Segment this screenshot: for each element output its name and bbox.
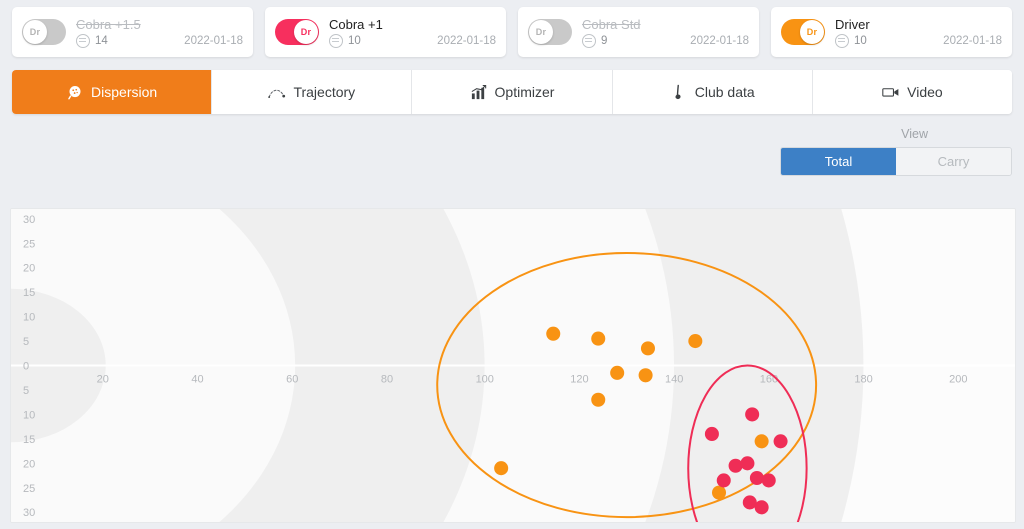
svg-text:25: 25 [23, 238, 35, 250]
svg-text:30: 30 [23, 214, 35, 226]
club-name: Driver [835, 16, 870, 32]
club-name: Cobra +1 [329, 16, 383, 32]
bar-chart-icon [470, 83, 488, 101]
golf-ball-icon [835, 33, 849, 48]
svg-text:120: 120 [570, 374, 588, 386]
golf-ball-icon [76, 33, 90, 48]
svg-text:180: 180 [854, 374, 872, 386]
club-card-meta: 14 2022-01-18 [76, 33, 243, 48]
svg-text:20: 20 [97, 374, 109, 386]
club-name: Cobra +1.5 [76, 16, 141, 32]
golf-ball-icon [582, 33, 596, 48]
view-control-area: View Total Carry [0, 114, 1024, 176]
tab-label: Trajectory [293, 84, 356, 100]
svg-text:40: 40 [191, 374, 203, 386]
dispersion-chart-canvas: 30 25 20 15 10 5 0 5 10 15 20 25 30 20 40 60 80 100 120 140… [11, 209, 1015, 522]
svg-text:100: 100 [476, 374, 494, 386]
club-toggle-knob-label: Dr [800, 20, 824, 44]
tab-label: Video [907, 84, 943, 100]
club-card[interactable]: Dr Cobra +1 10 2022-01-18 [265, 7, 506, 57]
svg-text:80: 80 [381, 374, 393, 386]
tab-label: Dispersion [91, 84, 158, 100]
club-toggle-knob-label: Dr [529, 20, 553, 44]
club-card[interactable]: Dr Cobra +1.5 14 2022-01-18 [12, 7, 253, 57]
club-card-list: Dr Cobra +1.5 14 2022-01-18 Dr Cobra +1 … [0, 0, 1024, 60]
golf-ball-icon [66, 83, 84, 101]
main-tab-bar: Dispersion Trajectory Optimizer Club dat… [12, 70, 1012, 114]
club-toggle[interactable]: Dr [781, 19, 825, 45]
golf-club-icon [670, 83, 688, 101]
svg-text:10: 10 [23, 409, 35, 421]
club-date: 2022-01-18 [437, 34, 496, 47]
video-camera-icon [882, 83, 900, 101]
club-date: 2022-01-18 [943, 34, 1002, 47]
club-card-meta: 9 2022-01-18 [582, 33, 749, 48]
svg-text:140: 140 [665, 374, 683, 386]
view-option-total[interactable]: Total [781, 148, 896, 175]
club-card-info: Cobra Std 9 2022-01-18 [582, 17, 749, 48]
tab-label: Optimizer [494, 84, 555, 100]
golf-ball-icon [329, 33, 343, 48]
club-shot-count: 14 [95, 34, 108, 47]
club-card[interactable]: Dr Driver 10 2022-01-18 [771, 7, 1012, 57]
svg-text:15: 15 [23, 434, 35, 446]
club-shot-count: 10 [348, 34, 361, 47]
club-card-info: Driver 10 2022-01-18 [835, 17, 1002, 48]
svg-text:60: 60 [286, 374, 298, 386]
club-toggle-knob-label: Dr [23, 20, 47, 44]
club-card-meta: 10 2022-01-18 [329, 33, 496, 48]
svg-text:25: 25 [23, 483, 35, 495]
dispersion-chart[interactable]: 30 25 20 15 10 5 0 5 10 15 20 25 30 20 40 60 80 100 120 140… [10, 208, 1016, 523]
tab-dispersion[interactable]: Dispersion [12, 70, 213, 114]
club-card-info: Cobra +1 10 2022-01-18 [329, 17, 496, 48]
svg-text:30: 30 [23, 507, 35, 519]
club-shot-count: 10 [854, 34, 867, 47]
svg-text:200: 200 [949, 374, 967, 386]
svg-text:5: 5 [23, 336, 29, 348]
club-toggle[interactable]: Dr [275, 19, 319, 45]
club-card[interactable]: Dr Cobra Std 9 2022-01-18 [518, 7, 759, 57]
club-shot-count: 9 [601, 34, 608, 47]
dispersion-page: Dr Cobra +1.5 14 2022-01-18 Dr Cobra +1 … [0, 0, 1024, 529]
view-option-carry[interactable]: Carry [896, 148, 1011, 175]
club-date: 2022-01-18 [690, 34, 749, 47]
svg-text:0: 0 [23, 361, 29, 373]
svg-text:5: 5 [23, 385, 29, 397]
tab-trajectory[interactable]: Trajectory [212, 70, 413, 114]
club-toggle[interactable]: Dr [528, 19, 572, 45]
view-segmented-control: Total Carry [780, 147, 1012, 176]
svg-text:20: 20 [23, 263, 35, 275]
club-toggle-knob-label: Dr [294, 20, 318, 44]
trajectory-arc-icon [268, 83, 286, 101]
svg-text:15: 15 [23, 287, 35, 299]
svg-text:10: 10 [23, 312, 35, 324]
tab-club-data[interactable]: Club data [612, 70, 813, 114]
club-card-info: Cobra +1.5 14 2022-01-18 [76, 17, 243, 48]
svg-text:160: 160 [760, 374, 778, 386]
club-toggle[interactable]: Dr [22, 19, 66, 45]
club-date: 2022-01-18 [184, 34, 243, 47]
club-card-meta: 10 2022-01-18 [835, 33, 1002, 48]
view-label: View [901, 127, 928, 141]
svg-text:20: 20 [23, 458, 35, 470]
club-name: Cobra Std [582, 16, 641, 32]
tab-label: Club data [694, 84, 755, 100]
tab-video[interactable]: Video [812, 70, 1012, 114]
tab-optimizer[interactable]: Optimizer [412, 70, 613, 114]
